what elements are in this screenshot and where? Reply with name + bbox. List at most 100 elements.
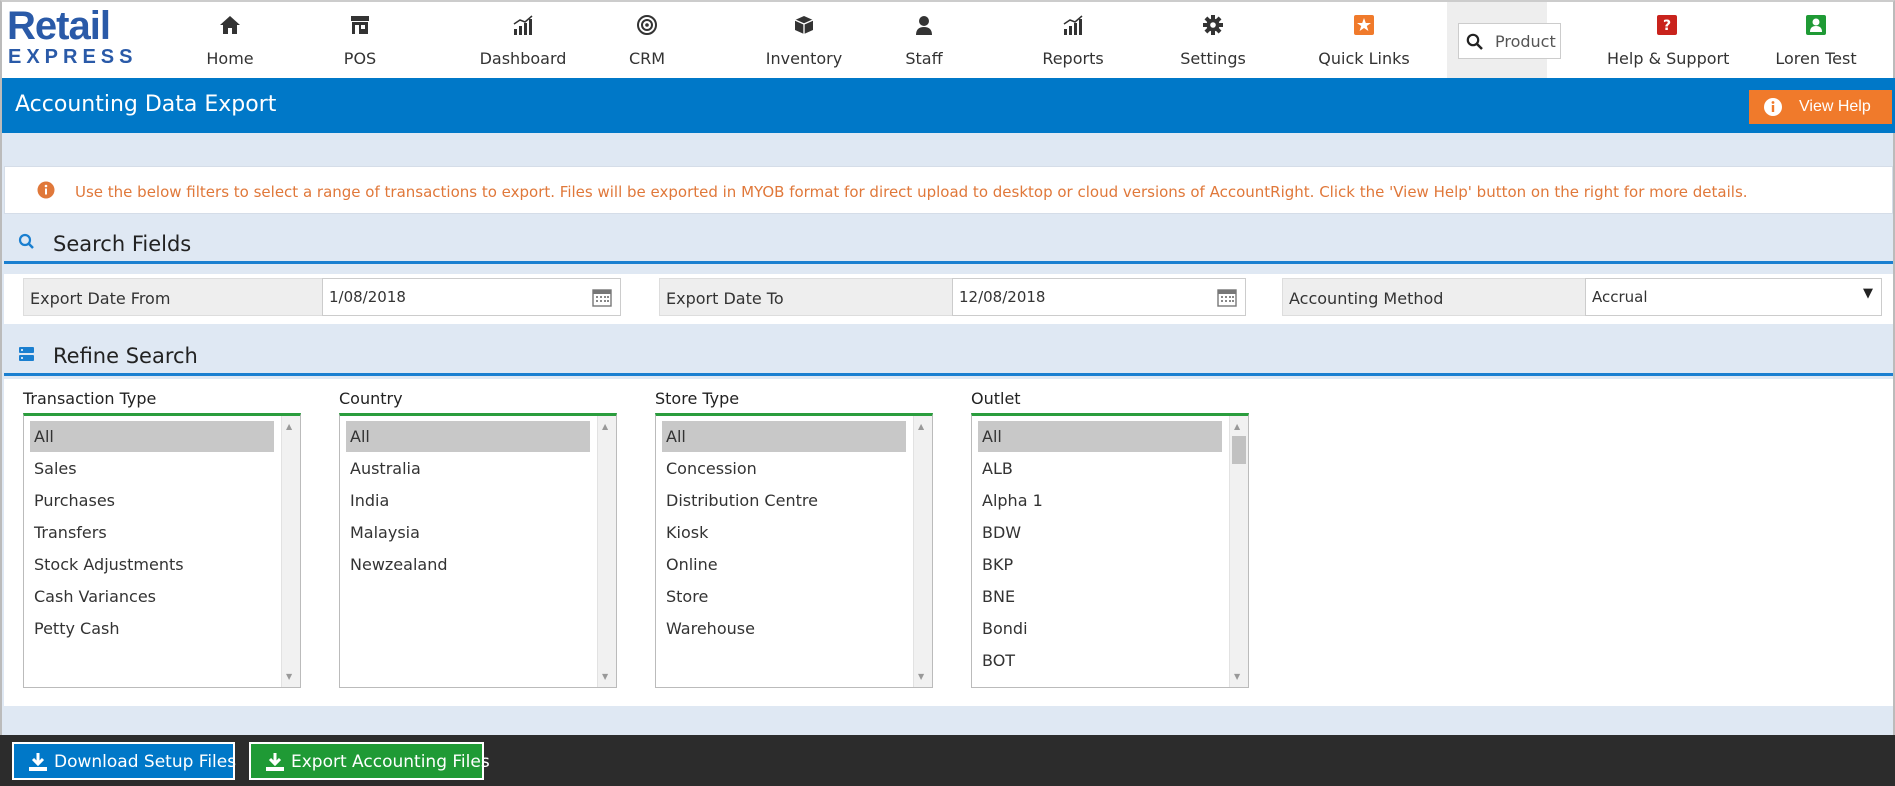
list-option[interactable]: Bondi [978, 613, 1222, 644]
list-option[interactable]: Stock Adjustments [30, 549, 274, 580]
nav-home[interactable]: Home [195, 12, 265, 70]
list-option[interactable]: Newzealand [346, 549, 590, 580]
list-option[interactable]: Kiosk [662, 517, 906, 548]
nav-pos-label: POS [343, 49, 377, 68]
listbox-scrollbar[interactable]: ▲ ▼ [1229, 416, 1248, 687]
export-accounting-files-button[interactable]: Export Accounting Files [249, 742, 490, 780]
list-option[interactable]: Australia [346, 453, 590, 484]
list-option[interactable]: BNE [978, 581, 1222, 612]
search-icon [18, 233, 34, 249]
list-option[interactable]: Purchases [30, 485, 274, 516]
scroll-up-arrow-icon[interactable]: ▲ [602, 422, 608, 431]
list-option[interactable]: Store [662, 581, 906, 612]
nav-help-support[interactable]: ? Help & Support [1607, 12, 1730, 70]
list-option[interactable]: Distribution Centre [662, 485, 906, 516]
info-banner: Use the below filters to select a range … [4, 166, 1893, 214]
view-help-label: View Help [1799, 98, 1871, 115]
user-icon [916, 16, 932, 35]
nav-pos[interactable]: POS [332, 12, 388, 70]
nav-reports[interactable]: Reports [1039, 12, 1107, 70]
transaction-type-listbox[interactable]: All Sales Purchases Transfers Stock Adju… [23, 413, 301, 688]
download-icon [29, 753, 47, 771]
calendar-icon[interactable] [1217, 289, 1237, 307]
scroll-down-arrow-icon[interactable]: ▼ [918, 672, 924, 681]
scroll-up-arrow-icon[interactable]: ▲ [286, 422, 292, 431]
info-message: Use the below filters to select a range … [75, 183, 1748, 201]
list-option[interactable]: BDW [978, 517, 1222, 548]
list-option[interactable]: All [30, 421, 274, 452]
scroll-up-arrow-icon[interactable]: ▲ [1234, 422, 1240, 431]
export-date-to-input[interactable]: 12/08/2018 [952, 278, 1246, 316]
info-circle-icon [37, 181, 55, 199]
refine-search-body: Transaction Type All Sales Purchases Tra… [4, 379, 1893, 706]
listbox-scrollbar[interactable]: ▲ ▼ [913, 416, 932, 687]
list-option[interactable]: Malaysia [346, 517, 590, 548]
nav-help-label: Help & Support [1607, 49, 1730, 68]
list-option[interactable]: BKP [978, 549, 1222, 580]
list-option[interactable]: All [346, 421, 590, 452]
listbox-scrollbar[interactable]: ▲ ▼ [281, 416, 300, 687]
view-help-button[interactable]: View Help [1749, 90, 1892, 124]
export-date-from-input[interactable]: 1/08/2018 [322, 278, 621, 316]
download-setup-files-button[interactable]: Download Setup Files [12, 742, 236, 780]
product-search-input[interactable]: Product [1458, 23, 1561, 59]
country-title: Country [339, 389, 403, 408]
listbox-scrollbar[interactable]: ▲ ▼ [597, 416, 616, 687]
store-icon [351, 16, 369, 34]
scrollbar-thumb[interactable] [1232, 436, 1246, 464]
list-option[interactable]: India [346, 485, 590, 516]
search-icon [1466, 33, 1483, 50]
country-listbox[interactable]: All Australia India Malaysia Newzealand … [339, 413, 617, 688]
retail-express-logo[interactable]: Retail EXPRESS [7, 6, 132, 72]
nav-home-label: Home [206, 49, 254, 68]
search-fields-title: Search Fields [53, 232, 192, 256]
list-option[interactable]: All [662, 421, 906, 452]
nav-quick-links[interactable]: Quick Links [1316, 12, 1412, 70]
outlet-listbox[interactable]: All ALB Alpha 1 BDW BKP BNE Bondi BOT ▲ ▼ [971, 413, 1249, 688]
export-date-to-label: Export Date To [659, 278, 954, 316]
scroll-down-arrow-icon[interactable]: ▼ [1234, 672, 1240, 681]
store-type-listbox[interactable]: All Concession Distribution Centre Kiosk… [655, 413, 933, 688]
list-option[interactable]: Concession [662, 453, 906, 484]
search-fields-form: Export Date From 1/08/2018 Export Date T… [4, 274, 1893, 324]
nav-inventory[interactable]: Inventory [762, 12, 846, 70]
scroll-down-arrow-icon[interactable]: ▼ [602, 672, 608, 681]
list-option[interactable]: BOT [978, 645, 1222, 676]
nav-crm[interactable]: CRM [622, 12, 672, 70]
info-icon [1764, 98, 1782, 116]
nav-dashboard[interactable]: Dashboard [474, 12, 572, 70]
list-option[interactable]: Sales [30, 453, 274, 484]
nav-staff[interactable]: Staff [900, 12, 948, 70]
nav-user-account[interactable]: Loren Test [1774, 12, 1858, 70]
accounting-method-select[interactable]: Accrual ▼ [1585, 278, 1882, 316]
bar-chart-icon [1063, 15, 1083, 35]
list-option[interactable]: Cash Variances [30, 581, 274, 612]
accounting-method-label: Accounting Method [1282, 278, 1587, 316]
star-icon [1354, 15, 1374, 35]
refine-search-header: Refine Search [4, 336, 1893, 376]
product-search-placeholder: Product [1495, 32, 1556, 51]
server-list-icon [19, 347, 34, 361]
list-option[interactable]: Warehouse [662, 613, 906, 644]
list-option[interactable]: All [978, 421, 1222, 452]
nav-reports-label: Reports [1042, 49, 1104, 68]
list-option[interactable]: Petty Cash [30, 613, 274, 644]
export-accounting-files-label: Export Accounting Files [291, 752, 490, 772]
page-title: Accounting Data Export [15, 92, 277, 117]
scroll-down-arrow-icon[interactable]: ▼ [286, 672, 292, 681]
list-option[interactable]: Alpha 1 [978, 485, 1222, 516]
nav-settings-label: Settings [1180, 49, 1246, 68]
list-option[interactable]: Online [662, 549, 906, 580]
bar-chart-icon [513, 15, 533, 35]
help-icon: ? [1657, 15, 1677, 35]
list-option[interactable]: ALB [978, 453, 1222, 484]
nav-settings[interactable]: Settings [1178, 12, 1248, 70]
export-date-to-value: 12/08/2018 [959, 288, 1046, 306]
nav-quick-links-label: Quick Links [1318, 49, 1410, 68]
list-option[interactable]: Transfers [30, 517, 274, 548]
nav-staff-label: Staff [905, 49, 943, 68]
export-date-from-value: 1/08/2018 [329, 288, 406, 306]
calendar-icon[interactable] [592, 289, 612, 307]
user-avatar-icon [1806, 15, 1826, 35]
scroll-up-arrow-icon[interactable]: ▲ [918, 422, 924, 431]
